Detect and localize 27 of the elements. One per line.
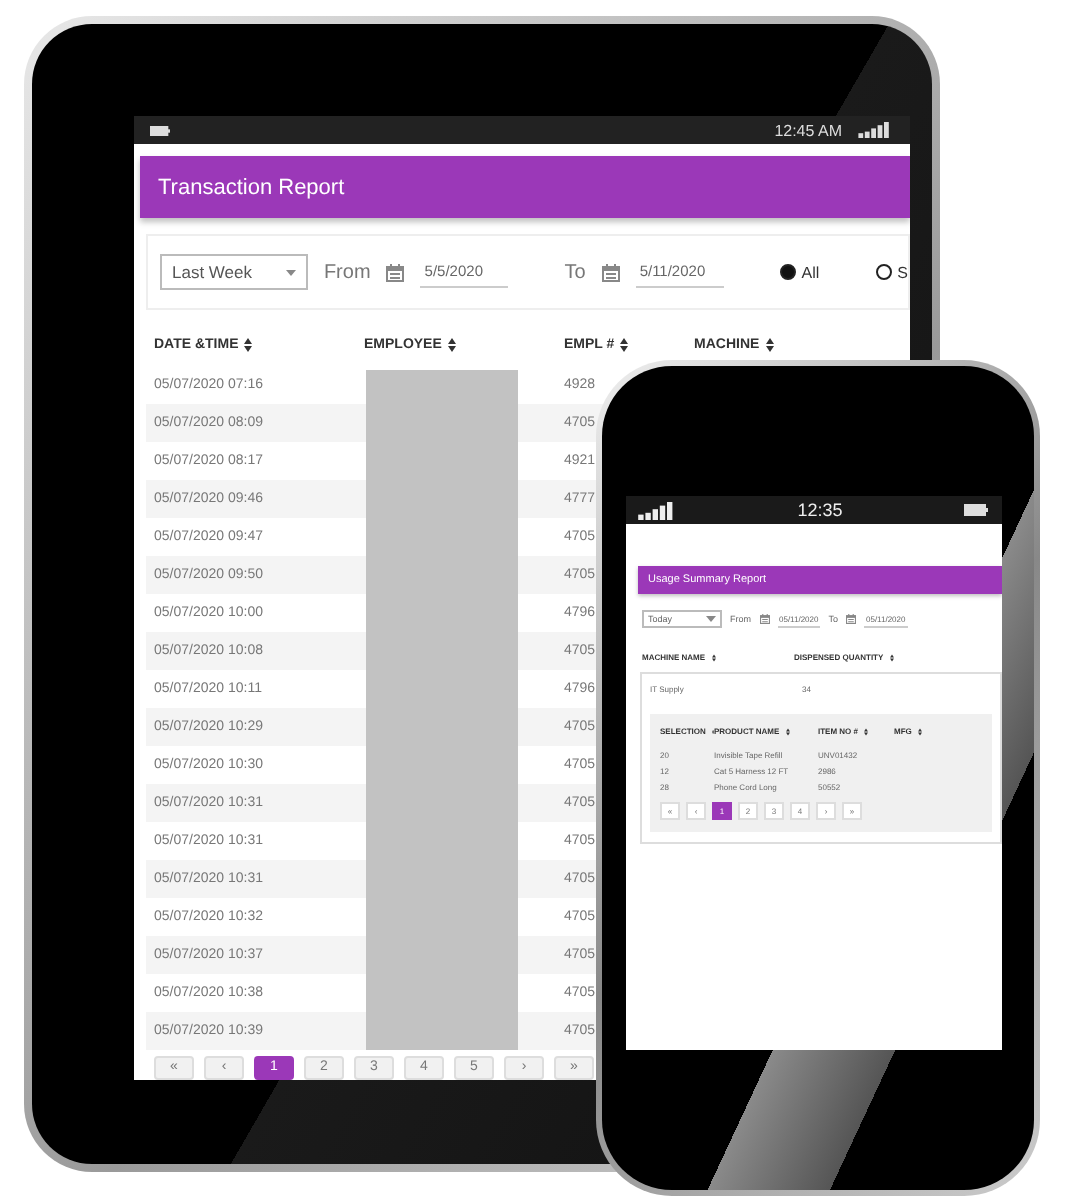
report-title-bar: Transaction Report [140,156,910,219]
sort-icon [620,337,629,351]
radio-option[interactable]: S [875,263,908,282]
calendar-icon [601,263,620,282]
period-dropdown[interactable]: Last Week [160,254,308,291]
sort-icon [244,337,253,351]
signal-icon [858,122,894,138]
caret-icon [706,616,716,622]
calendar-icon [386,263,405,282]
sort-icon [447,337,456,351]
battery-icon [962,504,990,516]
caret-icon [285,269,296,276]
sort-icon [917,727,922,735]
signal-icon [638,501,678,519]
status-time: 12:45 AM [774,121,842,139]
sort-icon [765,337,774,351]
radio-option[interactable]: All [779,263,820,282]
from-label: From [323,261,371,284]
status-time: 12:35 [797,500,843,520]
sort-icon [889,653,894,661]
sort-icon [785,727,790,735]
calendar-icon [759,614,769,624]
sort-icon [711,653,716,661]
sort-icon [864,727,869,735]
battery-icon [150,125,170,135]
to-label: To [564,261,586,284]
calendar-icon [846,614,856,624]
